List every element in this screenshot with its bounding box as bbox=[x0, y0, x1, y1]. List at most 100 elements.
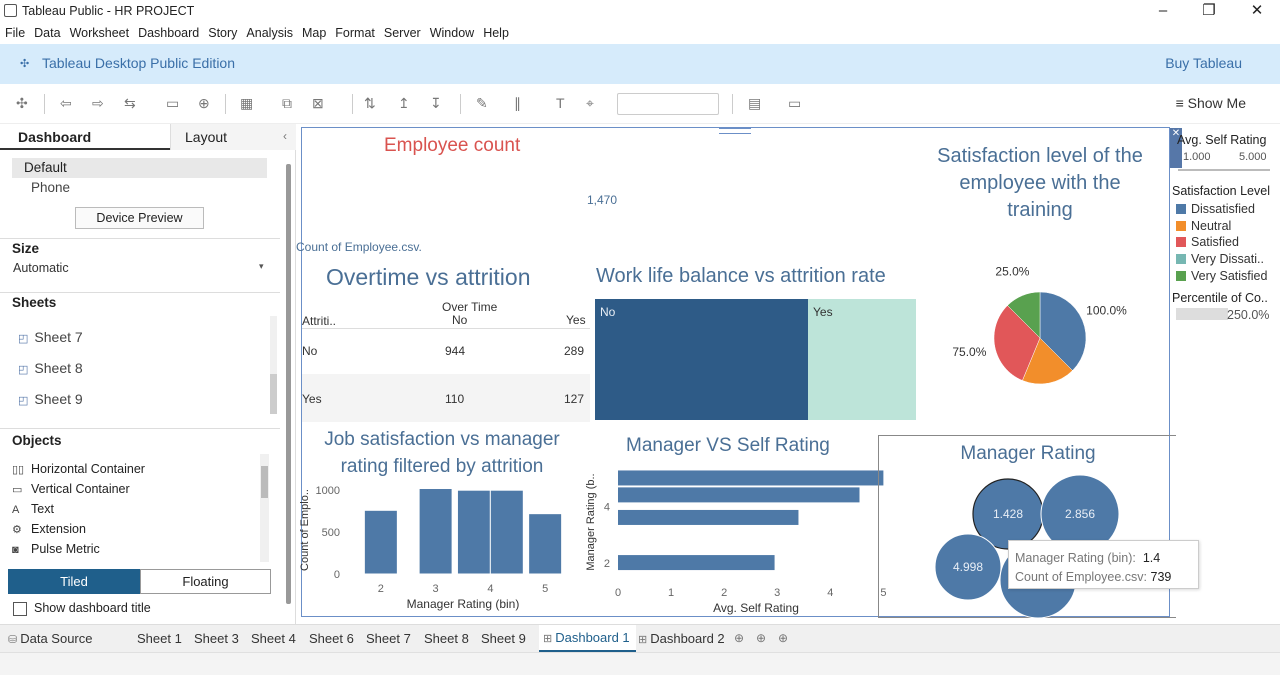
menu-help[interactable]: Help bbox=[478, 23, 513, 40]
highlight-icon[interactable]: ✎ bbox=[476, 95, 488, 112]
bar[interactable] bbox=[489, 489, 524, 575]
device-default[interactable]: Default bbox=[12, 158, 267, 178]
bar[interactable] bbox=[456, 489, 491, 575]
pin-icon[interactable]: ⌖ bbox=[586, 95, 594, 112]
redo-icon[interactable]: ⇨ bbox=[92, 95, 104, 112]
group-icon[interactable]: ∥ bbox=[514, 95, 521, 112]
presentation-mode-icon[interactable]: ▭ bbox=[788, 95, 801, 112]
bar[interactable] bbox=[618, 555, 775, 571]
legend-swatch bbox=[1176, 204, 1186, 214]
sheet-tab[interactable]: Sheet 9 bbox=[481, 631, 526, 646]
device-preview-button[interactable]: Device Preview bbox=[75, 207, 204, 229]
sheet-tab[interactable]: Sheet 4 bbox=[251, 631, 296, 646]
sheet-tab[interactable]: ⊞ Dashboard 2 bbox=[638, 631, 725, 646]
replay-icon[interactable]: ⇆ bbox=[124, 95, 136, 112]
drag-handle[interactable] bbox=[719, 128, 751, 134]
buy-tableau-link[interactable]: Buy Tableau bbox=[1165, 55, 1242, 71]
sheet-tab[interactable]: ⊞ Dashboard 1 bbox=[539, 625, 636, 652]
tab-layout[interactable]: Layout ‹ bbox=[170, 124, 296, 150]
object-item[interactable]: ▯▯ Horizontal Container bbox=[12, 462, 145, 476]
object-item[interactable]: ◙ Pulse Metric bbox=[12, 542, 100, 556]
sheet-tab[interactable]: Sheet 7 bbox=[366, 631, 411, 646]
bar[interactable] bbox=[418, 488, 453, 575]
object-item[interactable]: ▭ Vertical Container bbox=[12, 482, 130, 496]
job-sat-chart[interactable]: 0 500 1000 2 3 4 5 Count of Emplo.. Manager Rati… bbox=[298, 478, 588, 618]
bar[interactable] bbox=[618, 470, 884, 486]
bar[interactable] bbox=[363, 509, 398, 575]
sheets-scrollbar[interactable] bbox=[270, 316, 277, 414]
sheet-list-item[interactable]: ◰ Sheet 7 bbox=[18, 329, 83, 345]
show-me-button[interactable]: ≡ Show Me bbox=[1176, 95, 1246, 111]
label-icon[interactable]: T bbox=[556, 95, 565, 111]
floating-toggle[interactable]: Floating bbox=[140, 569, 271, 594]
show-cards-icon[interactable]: ▤ bbox=[748, 95, 761, 112]
object-item[interactable]: ⚙ Extension bbox=[12, 522, 86, 536]
tiled-toggle[interactable]: Tiled bbox=[8, 569, 140, 594]
bar[interactable] bbox=[618, 509, 799, 525]
legend-item[interactable]: Very Satisfied bbox=[1176, 269, 1267, 283]
new-worksheet-icon[interactable]: ⊕ bbox=[734, 631, 744, 645]
sheet-list-item[interactable]: ◰ Sheet 9 bbox=[18, 391, 83, 407]
menu-file[interactable]: File bbox=[0, 23, 29, 40]
pane-scrollbar[interactable] bbox=[286, 164, 291, 604]
x-tick-label: 4 bbox=[487, 583, 493, 595]
sheet-tab[interactable]: ⛁ Data Source bbox=[8, 631, 92, 646]
sheet-tab[interactable]: Sheet 8 bbox=[424, 631, 469, 646]
menu-dashboard[interactable]: Dashboard bbox=[133, 23, 203, 40]
bar[interactable] bbox=[528, 513, 563, 575]
sort-descending-icon[interactable]: ↧ bbox=[430, 95, 442, 112]
swap-icon[interactable]: ⇅ bbox=[364, 95, 376, 112]
bar[interactable] bbox=[618, 487, 860, 503]
chevron-down-icon[interactable]: ▾ bbox=[259, 261, 264, 272]
object-icon: ▭ bbox=[12, 484, 23, 496]
sheet-tab-label: Sheet 3 bbox=[194, 631, 239, 646]
menu-worksheet[interactable]: Worksheet bbox=[65, 23, 134, 40]
minimize-button[interactable]: – bbox=[1148, 1, 1178, 21]
size-dropdown[interactable]: Automatic bbox=[13, 261, 69, 275]
device-phone[interactable]: Phone bbox=[31, 180, 70, 195]
collapse-pane-icon[interactable]: ‹ bbox=[283, 129, 287, 143]
x-tick-label: 3 bbox=[774, 587, 780, 599]
worklife-bar-yes[interactable]: Yes bbox=[808, 299, 916, 420]
sheet-tab[interactable]: Sheet 3 bbox=[194, 631, 239, 646]
sheet-tab[interactable]: Sheet 1 bbox=[137, 631, 182, 646]
new-worksheet-icon[interactable]: ▦ bbox=[240, 95, 253, 112]
legend-item[interactable]: Satisfied bbox=[1176, 235, 1239, 249]
new-story-icon[interactable]: ⊕ bbox=[778, 631, 788, 645]
fit-dropdown[interactable] bbox=[617, 93, 719, 115]
show-title-checkbox[interactable] bbox=[13, 602, 27, 616]
save-icon[interactable]: ▭ bbox=[166, 95, 179, 112]
menu-map[interactable]: Map bbox=[297, 23, 330, 40]
menu-story[interactable]: Story bbox=[203, 23, 241, 40]
pie-label: 75.0% bbox=[952, 345, 986, 359]
restore-button[interactable]: ❐ bbox=[1194, 1, 1224, 21]
sort-ascending-icon[interactable]: ↥ bbox=[398, 95, 410, 112]
self-rating-slider[interactable] bbox=[1178, 169, 1270, 171]
tableau-logo-icon[interactable]: ✣ bbox=[16, 95, 28, 112]
satisfaction-title-line: training bbox=[1007, 199, 1073, 221]
sheet-tab[interactable]: Sheet 6 bbox=[309, 631, 354, 646]
objects-scrollbar[interactable] bbox=[260, 454, 269, 562]
menu-data[interactable]: Data bbox=[29, 23, 64, 40]
worklife-bar-no[interactable]: No bbox=[595, 299, 808, 420]
undo-icon[interactable]: ⇦ bbox=[60, 95, 72, 112]
menu-format[interactable]: Format bbox=[330, 23, 379, 40]
satisfaction-title: Satisfaction level of the employee with … bbox=[924, 143, 1156, 224]
mgr-self-chart[interactable]: 0 1 2 3 4 524Manager Rating (b..Avg. Self Rat… bbox=[578, 462, 898, 618]
new-dashboard-icon[interactable]: ⊕ bbox=[756, 631, 766, 645]
sheet-tab-label: Sheet 7 bbox=[366, 631, 411, 646]
legend-item[interactable]: Very Dissati.. bbox=[1176, 252, 1264, 266]
object-item[interactable]: A Text bbox=[12, 502, 54, 516]
menu-analysis[interactable]: Analysis bbox=[241, 23, 297, 40]
new-data-source-icon[interactable]: ⊕ bbox=[198, 95, 210, 112]
legend-item[interactable]: Neutral bbox=[1176, 219, 1231, 233]
menu-server[interactable]: Server bbox=[379, 23, 425, 40]
satisfaction-pie[interactable]: 100.0%50.0%75.0%25.0% bbox=[922, 256, 1162, 396]
tab-dashboard[interactable]: Dashboard bbox=[0, 124, 170, 150]
sheet-list-item[interactable]: ◰ Sheet 8 bbox=[18, 360, 83, 376]
close-window-button[interactable]: ✕ bbox=[1242, 1, 1272, 21]
menu-window[interactable]: Window bbox=[425, 23, 478, 40]
clear-sheet-icon[interactable]: ⊠ bbox=[312, 95, 324, 112]
duplicate-icon[interactable]: ⧉ bbox=[282, 95, 292, 112]
legend-item[interactable]: Dissatisfied bbox=[1176, 202, 1255, 216]
